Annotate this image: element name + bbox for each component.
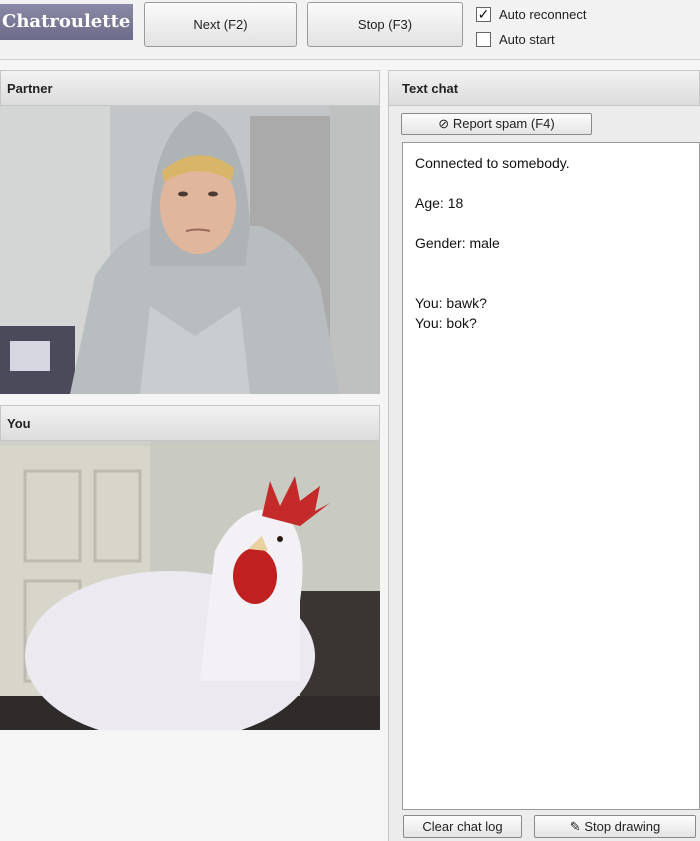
you-panel-header: You <box>0 405 380 441</box>
checkmark-icon: ✓ <box>477 5 490 22</box>
auto-start-checkbox[interactable] <box>476 31 491 47</box>
clear-chat-log-button[interactable]: Clear chat log <box>403 815 522 838</box>
next-button[interactable]: Next (F2) <box>144 2 297 47</box>
auto-reconnect-option[interactable]: ✓ Auto reconnect <box>476 4 586 24</box>
chat-message: Age: 18 <box>415 195 464 211</box>
pencil-icon: ✎ <box>569 819 581 834</box>
chat-message: Connected to somebody. <box>415 155 570 171</box>
chat-message: Gender: male <box>415 235 500 251</box>
report-spam-button[interactable]: ⊘ Report spam (F4) <box>401 113 592 135</box>
you-video <box>0 441 380 730</box>
chat-log[interactable]: Connected to somebody. Age: 18 Gender: m… <box>402 142 700 810</box>
stop-drawing-label: Stop drawing <box>584 819 661 834</box>
auto-reconnect-label: Auto reconnect <box>499 6 587 22</box>
stop-drawing-button[interactable]: ✎ Stop drawing <box>534 815 696 838</box>
partner-video <box>0 106 380 394</box>
chatroulette-logo: Chatroulette <box>0 4 133 40</box>
auto-start-label: Auto start <box>499 31 555 47</box>
auto-start-option[interactable]: Auto start <box>476 29 555 49</box>
report-spam-label: Report spam (F4) <box>452 116 555 131</box>
auto-reconnect-checkbox[interactable]: ✓ <box>476 5 491 22</box>
chat-message: You: bok? <box>415 315 477 331</box>
partner-video-frame <box>0 106 380 394</box>
stop-button[interactable]: Stop (F3) <box>307 2 463 47</box>
no-entry-icon: ⊘ <box>438 116 450 131</box>
chat-message: You: bawk? <box>415 295 487 311</box>
top-bar: Chatroulette Next (F2) Stop (F3) ✓ Auto … <box>0 0 700 60</box>
text-chat-header: Text chat <box>388 70 700 106</box>
you-video-frame <box>0 441 380 730</box>
partner-panel-header: Partner <box>0 70 380 106</box>
